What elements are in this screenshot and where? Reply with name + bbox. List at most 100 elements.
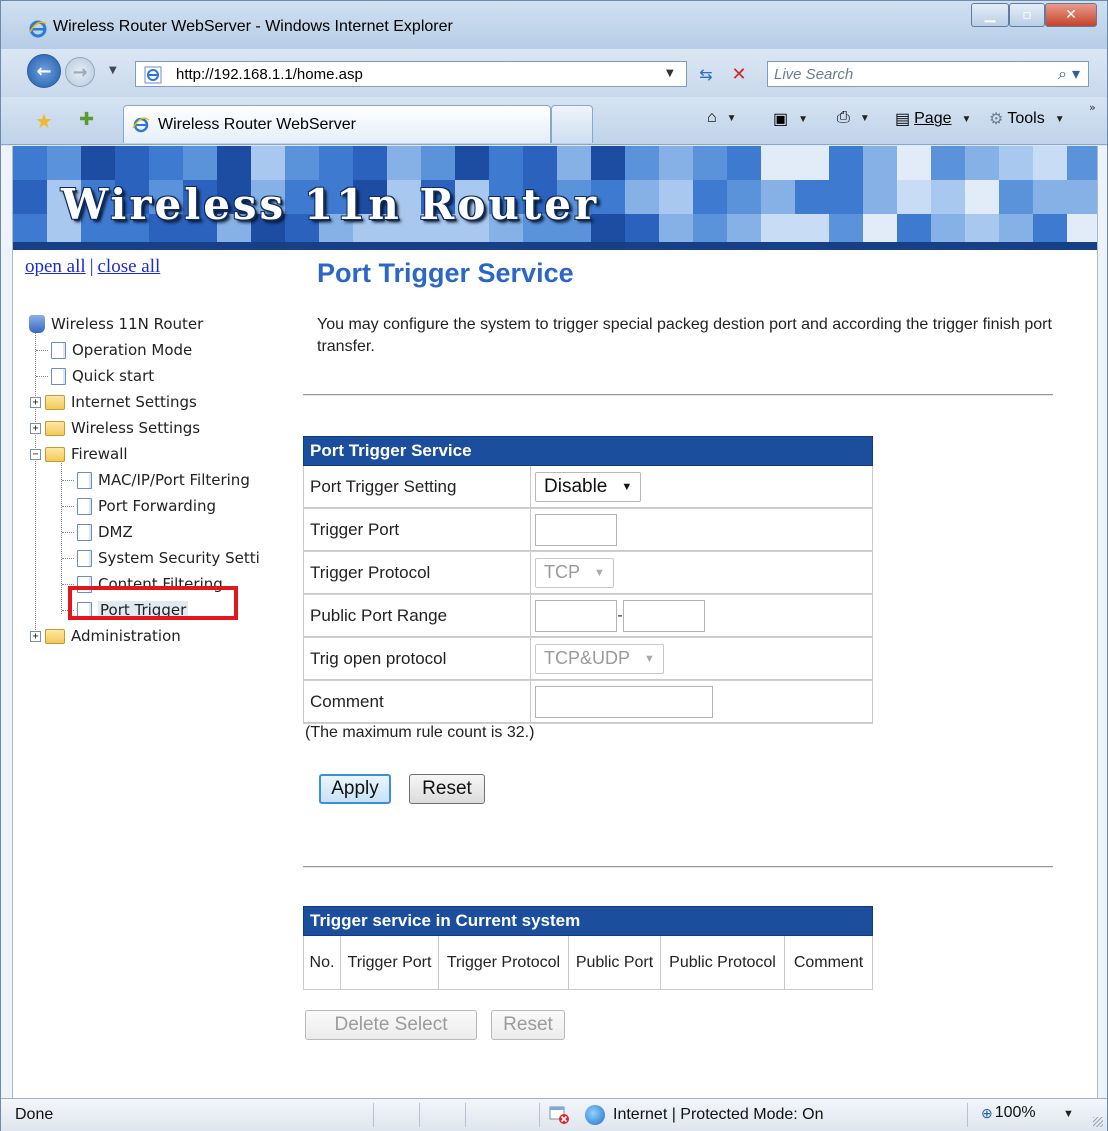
chevron-down-icon: ▼: [594, 566, 605, 579]
trigger-service-table: Trigger service in Current system No. Tr…: [303, 906, 873, 990]
title-bar: Wireless Router WebServer - Windows Inte…: [1, 1, 1107, 49]
row-trigger-protocol: Trigger Protocol TCP ▼: [303, 552, 873, 595]
home-icon: ⌂: [707, 109, 717, 126]
window-title: Wireless Router WebServer - Windows Inte…: [53, 18, 453, 35]
tree-item-system-security[interactable]: System Security Setti: [77, 546, 260, 570]
expand-plus-icon[interactable]: +: [30, 396, 41, 408]
tab-wireless-router[interactable]: Wireless Router WebServer: [123, 105, 551, 143]
public-port-range-cell: -: [531, 595, 873, 637]
status-bar: Done Internet | Protected Mode: On ⊕ 100…: [1, 1098, 1107, 1131]
tree-item-wireless-settings[interactable]: + Wireless Settings: [30, 416, 200, 440]
selected-value: TCP&UDP: [544, 648, 631, 668]
expand-plus-icon[interactable]: +: [30, 630, 41, 642]
favorites-star-icon[interactable]: ★: [35, 109, 53, 133]
gear-icon: ⚙: [989, 111, 1004, 128]
zoom-dropdown-icon[interactable]: ▼: [1063, 1108, 1074, 1120]
zoom-level-control[interactable]: ⊕ 100%: [981, 1104, 1036, 1122]
tree-item-port-forwarding[interactable]: Port Forwarding: [77, 494, 216, 518]
page-menu-label: Page: [914, 110, 952, 127]
comment-input[interactable]: [535, 685, 713, 718]
search-icon[interactable]: ⌕ ▾: [1058, 64, 1080, 84]
stop-button[interactable]: ✕: [725, 61, 753, 87]
list-header: Trigger service in Current system: [303, 906, 873, 936]
address-url[interactable]: http://192.168.1.1/home.asp: [176, 66, 363, 83]
close-button[interactable]: ✕: [1045, 3, 1097, 27]
forward-button[interactable]: →: [65, 57, 95, 87]
forward-arrow-icon: →: [72, 61, 88, 83]
add-favorites-icon[interactable]: ✚: [79, 109, 94, 130]
popup-blocked-icon[interactable]: [549, 1105, 571, 1125]
table-header-row: No. Trigger Port Trigger Protocol Public…: [303, 936, 873, 990]
form-header: Port Trigger Service: [303, 436, 873, 466]
home-button[interactable]: ⌂ ▼: [707, 109, 737, 127]
list-reset-button[interactable]: Reset: [491, 1010, 565, 1040]
comment-label: Comment: [303, 681, 531, 723]
tree-item-operation-mode[interactable]: Operation Mode: [51, 338, 192, 362]
page-icon: [77, 497, 92, 515]
security-zone-text[interactable]: Internet | Protected Mode: On: [613, 1106, 824, 1124]
tree-item-firewall[interactable]: − Firewall: [30, 442, 128, 466]
row-comment: Comment: [303, 681, 873, 724]
port-trigger-setting-select[interactable]: Disable ▼: [535, 471, 642, 502]
reset-button[interactable]: Reset: [409, 774, 485, 804]
trigger-protocol-select[interactable]: TCP ▼: [535, 557, 614, 588]
port-trigger-highlight-box: [68, 586, 238, 620]
resize-grip-icon[interactable]: [1093, 1117, 1103, 1127]
maximize-button[interactable]: ▫: [1009, 3, 1045, 27]
open-all-link[interactable]: open all: [25, 256, 86, 277]
delete-select-button[interactable]: Delete Select: [305, 1010, 477, 1040]
tree-item-internet-settings[interactable]: + Internet Settings: [30, 390, 197, 414]
tools-menu[interactable]: ⚙ Tools ▼: [989, 109, 1065, 129]
column-header-no: No.: [303, 936, 341, 990]
browser-window: Wireless Router WebServer - Windows Inte…: [0, 0, 1108, 1131]
expand-plus-icon[interactable]: +: [30, 422, 41, 434]
back-button[interactable]: ←: [27, 54, 61, 88]
tree-item-label: Internet Settings: [71, 393, 197, 411]
tools-menu-label: Tools: [1007, 110, 1045, 127]
trig-open-protocol-cell: TCP&UDP ▼: [531, 638, 873, 680]
search-input[interactable]: [774, 65, 1044, 83]
tree-item-label: Quick start: [72, 367, 155, 385]
status-text: Done: [15, 1106, 54, 1123]
more-commands-icon[interactable]: »: [1089, 101, 1096, 114]
minimize-button[interactable]: ▁: [971, 3, 1009, 27]
tree-root-router[interactable]: Wireless 11N Router: [29, 312, 203, 336]
zoom-magnifier-icon: ⊕: [981, 1104, 993, 1121]
trigger-protocol-label: Trigger Protocol: [303, 552, 531, 594]
print-button[interactable]: ⎙ ▼: [837, 109, 870, 127]
tab-title: Wireless Router WebServer: [158, 116, 356, 133]
feeds-button[interactable]: ▣ ▼: [773, 109, 808, 129]
tree-item-quick-start[interactable]: Quick start: [51, 364, 154, 388]
public-port-end-input[interactable]: [623, 599, 705, 632]
refresh-button[interactable]: ⇆: [691, 61, 721, 87]
page-menu[interactable]: ▤ Page ▼: [895, 109, 971, 129]
collapse-minus-icon[interactable]: −: [30, 448, 41, 460]
tree-item-administration[interactable]: + Administration: [30, 624, 181, 648]
apply-button[interactable]: Apply: [319, 774, 391, 804]
address-dropdown-icon[interactable]: ▼: [666, 68, 674, 79]
tree-item-dmz[interactable]: DMZ: [77, 520, 133, 544]
status-divider: [967, 1103, 968, 1127]
address-bar[interactable]: http://192.168.1.1/home.asp ▼: [135, 61, 687, 87]
new-tab-button[interactable]: [551, 105, 593, 143]
trigger-port-input[interactable]: [535, 513, 617, 546]
column-header-public-port: Public Port: [569, 936, 661, 990]
tree-connector: [62, 480, 74, 481]
tree-item-label: Operation Mode: [72, 341, 193, 359]
tree-connector: [61, 460, 62, 614]
recent-pages-dropdown-icon[interactable]: ▼: [109, 65, 117, 76]
close-all-link[interactable]: close all: [98, 256, 161, 277]
navigation-bar: ← → ▼ http://192.168.1.1/home.asp ▼ ⇆ ✕ …: [1, 49, 1107, 97]
tree-connector: [62, 506, 74, 507]
status-divider: [373, 1103, 374, 1127]
trig-open-protocol-select[interactable]: TCP&UDP ▼: [535, 643, 664, 674]
tree-connector: [62, 558, 74, 559]
page-viewport: Wireless 11n Router open all | close all W…: [13, 146, 1097, 1098]
public-port-start-input[interactable]: [535, 599, 617, 632]
trigger-protocol-cell: TCP ▼: [531, 552, 873, 594]
row-trig-open-protocol: Trig open protocol TCP&UDP ▼: [303, 638, 873, 681]
section-divider: [303, 866, 1053, 868]
search-box[interactable]: ⌕ ▾: [767, 61, 1089, 87]
chevron-down-icon: ▼: [621, 480, 633, 493]
tree-item-mac-ip-port-filtering[interactable]: MAC/IP/Port Filtering: [77, 468, 250, 492]
